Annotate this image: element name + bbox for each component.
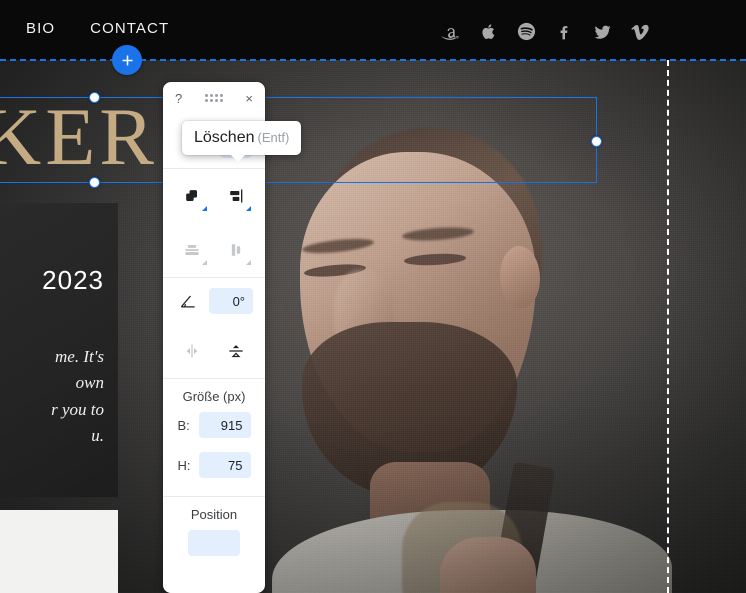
flip-horizontal-icon: [186, 344, 198, 358]
toolbar-row-flip: [163, 324, 265, 378]
toolbar-header: ? ×: [163, 82, 265, 114]
layers-icon: [186, 190, 197, 201]
height-row: H: 75: [163, 442, 265, 482]
apple-icon[interactable]: [478, 20, 499, 43]
width-label: B:: [177, 417, 190, 433]
drag-handle-icon[interactable]: [204, 94, 223, 102]
main-nav: BIO CONTACT: [26, 20, 169, 37]
distribute-horizontal-icon: [185, 245, 199, 255]
twitter-icon[interactable]: [592, 20, 613, 43]
editor-viewport: KER 2023 me. It's own r you to u. BIO CO…: [0, 0, 746, 593]
flip-horizontal-button[interactable]: [175, 334, 209, 368]
rotation-input[interactable]: 0°: [209, 288, 253, 314]
add-section-button[interactable]: [112, 45, 142, 75]
vimeo-icon[interactable]: [630, 20, 651, 43]
light-card[interactable]: [0, 510, 118, 593]
distribute-vertical-icon: [231, 244, 241, 256]
distribute-v-caret-icon: [246, 260, 251, 265]
rotation-icon-wrap: [175, 288, 201, 314]
width-row: B: 915: [163, 408, 265, 442]
facebook-icon[interactable]: [554, 20, 575, 43]
tooltip-shortcut: (Entf): [257, 130, 290, 145]
arrange-caret-icon: [202, 206, 207, 211]
size-section-label: Größe (px): [182, 389, 246, 404]
social-links: [440, 20, 651, 43]
height-label: H:: [177, 457, 191, 473]
distribute-vertical-button[interactable]: [219, 233, 253, 267]
flip-vertical-icon: [229, 345, 243, 358]
vertical-guide-line: [667, 60, 669, 593]
flip-vertical-button[interactable]: [219, 334, 253, 368]
width-input[interactable]: 915: [198, 412, 251, 438]
toolbar-row-arrange: [163, 169, 265, 223]
tooltip-text: Löschen: [194, 129, 255, 146]
selection-handle-bottom[interactable]: [89, 177, 100, 188]
position-section-label: Position: [190, 507, 238, 522]
delete-tooltip: Löschen (Entf): [182, 121, 302, 162]
toolbar-row-distribute: [163, 223, 265, 277]
align-caret-icon: [246, 206, 251, 211]
amazon-icon[interactable]: [440, 20, 461, 43]
nav-item-bio[interactable]: BIO: [26, 20, 55, 37]
bio-card-text: me. It's own r you to u.: [51, 347, 104, 446]
plus-icon: [122, 55, 132, 65]
align-button[interactable]: [219, 179, 253, 213]
selection-handle-top[interactable]: [89, 92, 100, 103]
distribute-h-caret-icon: [202, 260, 207, 265]
angle-icon: [180, 295, 195, 308]
site-header: BIO CONTACT: [0, 0, 746, 60]
align-right-icon: [230, 189, 243, 203]
position-row: [163, 526, 265, 560]
arrange-order-button[interactable]: [175, 179, 209, 213]
close-icon[interactable]: ×: [245, 92, 253, 105]
spotify-icon[interactable]: [516, 20, 537, 43]
position-x-input[interactable]: [188, 530, 240, 556]
element-toolbar[interactable]: ? × 0° Größe (px) B: 915 H: 75 Position: [163, 82, 265, 593]
selection-handle-right[interactable]: [591, 136, 602, 147]
height-input[interactable]: 75: [198, 452, 251, 478]
help-icon[interactable]: ?: [175, 92, 182, 105]
bio-card-year: 2023: [42, 265, 104, 295]
distribute-horizontal-button[interactable]: [175, 233, 209, 267]
toolbar-row-rotation: 0°: [163, 278, 265, 324]
nav-item-contact[interactable]: CONTACT: [90, 20, 169, 37]
bio-card[interactable]: 2023 me. It's own r you to u.: [0, 203, 118, 497]
site-canvas: KER 2023 me. It's own r you to u. BIO CO…: [0, 0, 746, 593]
